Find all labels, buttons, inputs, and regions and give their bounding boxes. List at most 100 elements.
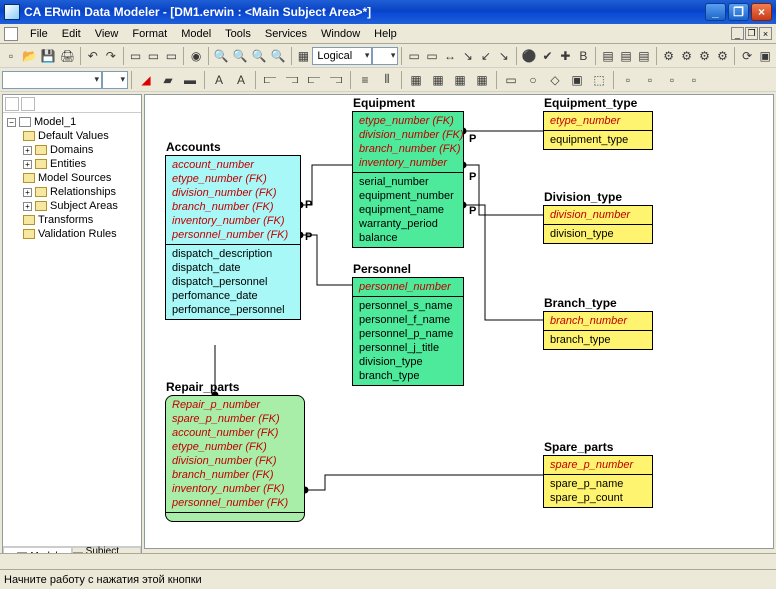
menu-edit[interactable]: Edit [56, 26, 87, 42]
settings-icon[interactable]: ⚙ [679, 46, 695, 66]
zoom-in-icon[interactable]: 🔍 [213, 46, 230, 66]
expand-icon[interactable]: + [23, 188, 32, 197]
menu-view[interactable]: View [89, 26, 125, 42]
color-icon[interactable]: ◢ [136, 70, 156, 90]
tree-btn[interactable] [21, 97, 35, 111]
menu-model[interactable]: Model [175, 26, 217, 42]
minimize-button[interactable]: _ [705, 3, 726, 21]
align-icon[interactable]: ⫍ [260, 70, 280, 90]
zoom-out-icon[interactable]: 🔍 [232, 46, 249, 66]
refresh-icon[interactable]: ◉ [188, 46, 204, 66]
key-icon[interactable]: ✚ [557, 46, 573, 66]
db-icon[interactable]: ▤ [600, 46, 616, 66]
entity-spare-parts[interactable]: Spare_parts spare_p_number spare_p_name … [543, 455, 653, 508]
entity-equipment[interactable]: Equipment etype_number (FK) division_num… [352, 111, 464, 248]
mdi-restore[interactable]: ❐ [745, 27, 758, 40]
tool-icon[interactable]: ▭ [145, 46, 161, 66]
misc-icon[interactable]: ▫ [640, 70, 660, 90]
font-combo[interactable] [2, 71, 102, 89]
mdi-minimize[interactable]: _ [731, 27, 744, 40]
tool-icon[interactable]: ▭ [128, 46, 144, 66]
open-icon[interactable]: 📂 [21, 46, 38, 66]
shape-icon[interactable]: ○ [523, 70, 543, 90]
shape-icon[interactable]: ⬚ [589, 70, 609, 90]
db-icon[interactable]: ▤ [636, 46, 652, 66]
tree-item[interactable]: Validation Rules [21, 227, 139, 241]
shape-icon[interactable]: ▭ [501, 70, 521, 90]
save-icon[interactable]: 💾 [40, 46, 57, 66]
settings-icon[interactable]: ⚙ [661, 46, 677, 66]
rel-icon[interactable]: ↔ [442, 46, 458, 66]
rel-icon[interactable]: ↘ [496, 46, 512, 66]
tree-item[interactable]: +Relationships [21, 185, 139, 199]
menu-tools[interactable]: Tools [219, 26, 257, 42]
tree-item[interactable]: Default Values [21, 129, 139, 143]
print-icon[interactable]: 🖨 [59, 46, 76, 66]
align-icon[interactable]: ⫍ [304, 70, 324, 90]
expand-icon[interactable]: + [23, 160, 32, 169]
dist-icon[interactable]: ≡ [355, 70, 375, 90]
misc-icon[interactable]: ▫ [618, 70, 638, 90]
sync-icon[interactable]: ▣ [757, 46, 773, 66]
menu-file[interactable]: File [24, 26, 54, 42]
entity-equipment-type[interactable]: Equipment_type etype_number equipment_ty… [543, 111, 653, 150]
redo-icon[interactable]: ↷ [103, 46, 119, 66]
tree-body[interactable]: −Model_1 Default Values +Domains +Entiti… [3, 113, 141, 546]
group-icon[interactable]: ▦ [428, 70, 448, 90]
font-icon[interactable]: A [231, 70, 251, 90]
expand-icon[interactable]: + [23, 202, 32, 211]
bold-icon[interactable]: B [575, 46, 591, 66]
diagram-canvas[interactable]: P P P P P Accounts account_number etype_… [144, 94, 774, 549]
anchor-icon[interactable]: ⚫ [521, 46, 538, 66]
align-icon[interactable]: ⫎ [282, 70, 302, 90]
tree-item[interactable]: Transforms [21, 213, 139, 227]
check-icon[interactable]: ✔ [540, 46, 556, 66]
entity-icon[interactable]: ▭ [424, 46, 440, 66]
expand-icon[interactable]: + [23, 146, 32, 155]
size-combo[interactable] [102, 71, 128, 89]
tree-item[interactable]: +Domains [21, 143, 139, 157]
db-icon[interactable]: ▤ [618, 46, 634, 66]
menu-help[interactable]: Help [368, 26, 403, 42]
shape-icon[interactable]: ▣ [567, 70, 587, 90]
font-icon[interactable]: A [209, 70, 229, 90]
layout-icon[interactable]: ▦ [295, 46, 311, 66]
menu-services[interactable]: Services [259, 26, 313, 42]
rel-icon[interactable]: ↘ [460, 46, 476, 66]
entity-branch-type[interactable]: Branch_type branch_number branch_type [543, 311, 653, 350]
tree-btn[interactable] [5, 97, 19, 111]
dist-icon[interactable]: ⦀ [377, 70, 397, 90]
settings-icon[interactable]: ⚙ [697, 46, 713, 66]
line-icon[interactable]: ▬ [180, 70, 200, 90]
tree-item[interactable]: Model Sources [21, 171, 139, 185]
group-icon[interactable]: ▦ [406, 70, 426, 90]
misc-icon[interactable]: ▫ [662, 70, 682, 90]
maximize-button[interactable]: ❐ [728, 3, 749, 21]
zoom-fit-icon[interactable]: 🔍 [251, 46, 268, 66]
close-button[interactable]: × [751, 3, 772, 21]
collapse-icon[interactable]: − [7, 118, 16, 127]
zoom-reset-icon[interactable]: 🔍 [270, 46, 287, 66]
align-icon[interactable]: ⫎ [326, 70, 346, 90]
view-combo[interactable]: Logical [312, 47, 372, 65]
tool-icon[interactable]: ▭ [163, 46, 179, 66]
sel-combo[interactable] [372, 47, 398, 65]
undo-icon[interactable]: ↶ [85, 46, 101, 66]
menu-window[interactable]: Window [315, 26, 366, 42]
group-icon[interactable]: ▦ [472, 70, 492, 90]
entity-accounts[interactable]: Accounts account_number etype_number (FK… [165, 155, 301, 320]
tree-item[interactable]: +Subject Areas [21, 199, 139, 213]
entity-personnel[interactable]: Personnel personnel_number personnel_s_n… [352, 277, 464, 386]
settings-icon[interactable]: ⚙ [715, 46, 731, 66]
entity-repair-parts[interactable]: Repair_parts Repair_p_number spare_p_num… [165, 395, 305, 522]
select-icon[interactable]: ▭ [406, 46, 422, 66]
misc-icon[interactable]: ▫ [684, 70, 704, 90]
fill-icon[interactable]: ▰ [158, 70, 178, 90]
tree-item[interactable]: +Entities [21, 157, 139, 171]
sync-icon[interactable]: ⟳ [739, 46, 755, 66]
new-icon[interactable]: ▫ [3, 46, 19, 66]
menu-format[interactable]: Format [126, 26, 173, 42]
group-icon[interactable]: ▦ [450, 70, 470, 90]
mdi-close[interactable]: × [759, 27, 772, 40]
entity-division-type[interactable]: Division_type division_number division_t… [543, 205, 653, 244]
